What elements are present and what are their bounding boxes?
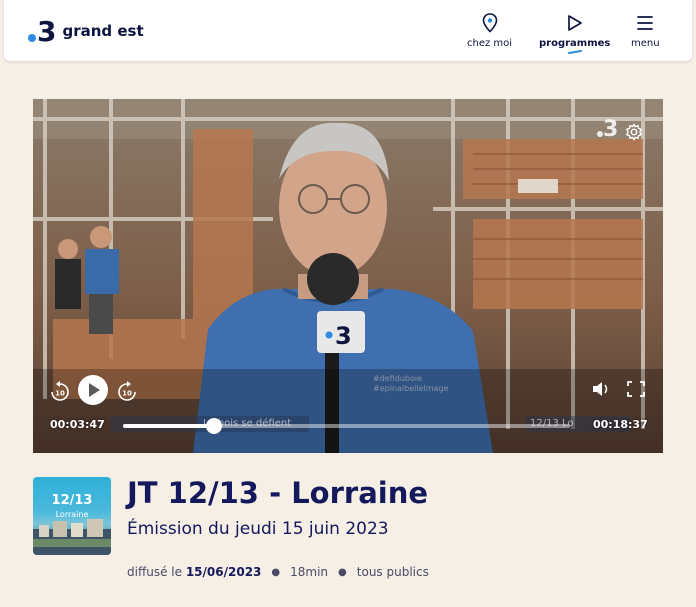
france3-logo[interactable]: 3 grand est [28, 17, 144, 47]
location-pin-icon [482, 12, 498, 34]
program-thumbnail[interactable]: 12/13 Lorraine [33, 477, 111, 555]
thumbnail-subtitle: Lorraine [55, 510, 89, 519]
settings-gear-icon[interactable] [625, 123, 643, 141]
meta-prefix: diffusé le [127, 565, 182, 579]
svg-text:3: 3 [335, 322, 352, 350]
video-player[interactable]: 3 #defiduboie #epinalbellelmage 3 Le boi… [33, 99, 663, 453]
svg-text:10: 10 [122, 390, 132, 398]
nav-programmes[interactable]: programmes [539, 12, 610, 54]
total-duration: 00:18:37 [593, 418, 648, 431]
nav-menu-label: menu [631, 38, 660, 49]
fullscreen-icon[interactable] [626, 380, 646, 398]
program-subtitle: Émission du jeudi 15 juin 2023 [127, 519, 389, 539]
play-button[interactable] [77, 374, 109, 406]
player-watermark-logo: 3 [597, 119, 618, 141]
elapsed-time: 00:03:47 [50, 418, 105, 431]
rewind-10-icon[interactable]: 10 [49, 381, 71, 403]
nav-chez-moi[interactable]: chez moi [467, 12, 512, 54]
progress-fill [123, 424, 215, 428]
program-title: JT 12/13 - Lorraine [127, 476, 429, 510]
logo-dot [28, 34, 36, 42]
separator-dot: ● [271, 566, 281, 578]
thumbnail-title: 12/13 [51, 493, 93, 508]
program-audience: tous publics [356, 565, 429, 579]
progress-track[interactable] [123, 418, 570, 434]
menu-icon [636, 12, 654, 34]
svg-text:10: 10 [55, 390, 65, 398]
nav-chez-moi-label: chez moi [467, 38, 513, 49]
separator-dot: ● [338, 566, 347, 578]
play-icon [567, 12, 583, 34]
forward-10-icon[interactable]: 10 [116, 381, 138, 403]
active-underline-icon [567, 50, 582, 54]
volume-icon[interactable] [591, 380, 611, 398]
program-meta: diffusé le 15/06/2023 ● 18min ● tous pub… [127, 565, 429, 579]
site-header: 3 grand est chez moi programmes menu [4, 0, 692, 61]
watermark-number: 3 [603, 117, 619, 142]
nav-programmes-label: programmes [539, 38, 611, 49]
program-duration: 18min [290, 565, 329, 579]
logo-region: grand est [62, 22, 144, 40]
nav-menu[interactable]: menu [631, 12, 660, 54]
logo-number: 3 [37, 15, 57, 48]
broadcast-date: 15/06/2023 [185, 565, 262, 579]
